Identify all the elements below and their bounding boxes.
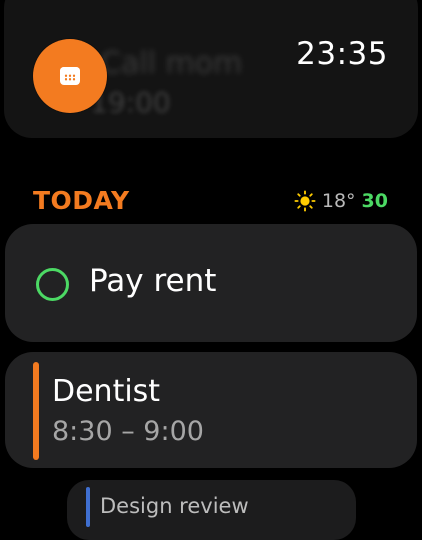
next-event-color-bar <box>86 487 90 527</box>
next-event-card[interactable]: Design review <box>67 480 356 540</box>
high-temperature: 30 <box>361 190 388 212</box>
section-title-today: TODAY <box>33 186 130 215</box>
reminder-card[interactable]: Pay rent <box>5 224 417 342</box>
reminder-checkbox[interactable] <box>36 268 69 301</box>
event-card[interactable]: Dentist 8:30 – 9:00 <box>5 352 417 468</box>
next-event-title: Design review <box>100 494 249 518</box>
reminder-label: Pay rent <box>89 263 217 299</box>
event-time: 8:30 – 9:00 <box>52 416 204 447</box>
current-temperature: 18° <box>321 190 356 212</box>
previous-event-title: Call mom <box>100 46 243 81</box>
calendar-icon <box>60 67 80 85</box>
clock-time: 23:35 <box>296 36 388 72</box>
sun-icon <box>294 190 316 212</box>
weather-summary[interactable]: 18° 30 <box>294 190 388 212</box>
calendar-app-button[interactable] <box>33 39 107 113</box>
event-title: Dentist <box>52 374 161 409</box>
event-color-bar <box>33 362 39 460</box>
